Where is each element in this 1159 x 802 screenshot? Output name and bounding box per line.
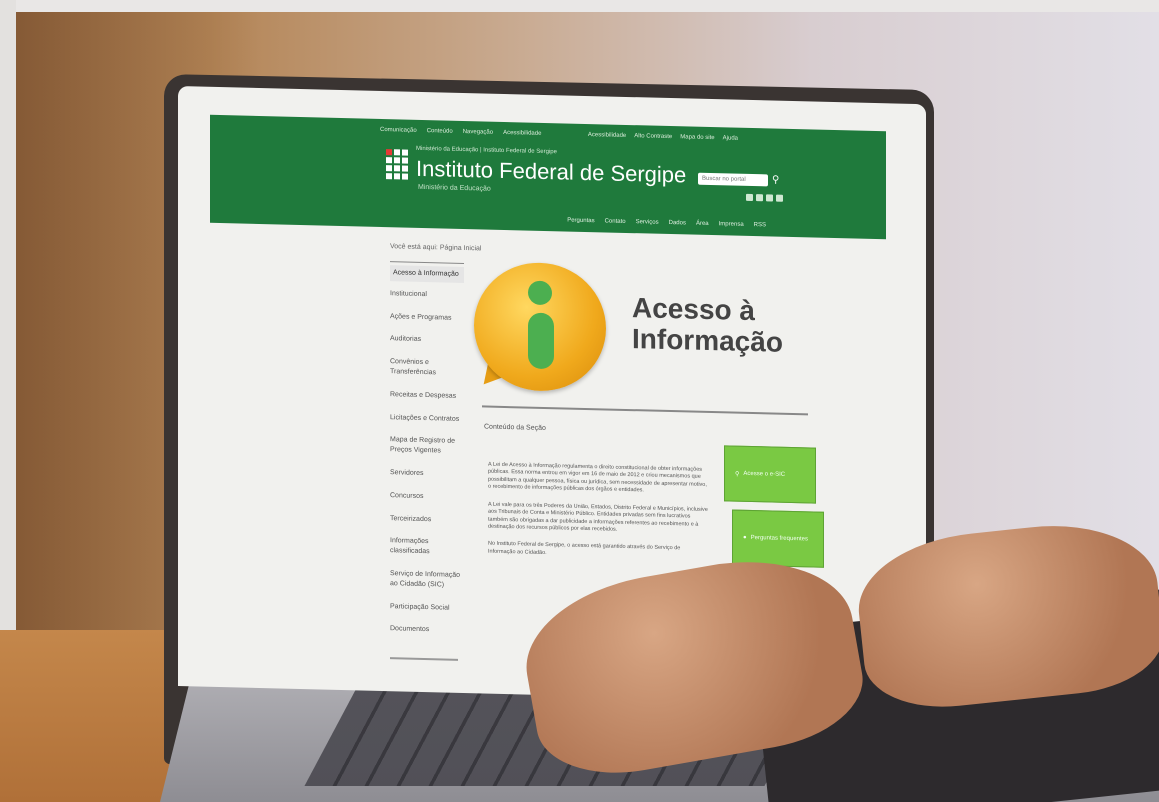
top-link[interactable]: Comunicação	[380, 127, 417, 134]
info-icon	[472, 261, 606, 394]
sidebar-item[interactable]: Participação Social	[390, 602, 464, 614]
social-icon[interactable]	[746, 193, 753, 202]
sidebar-item[interactable]: Serviço de Informação ao Cidadão (SIC)	[390, 569, 464, 590]
photo-background: Comunicação Conteúdo Navegação Acessibil…	[0, 0, 1159, 802]
top-link[interactable]: Conteúdo	[427, 128, 453, 135]
menu-item[interactable]: Serviços	[636, 219, 659, 226]
if-logo-icon[interactable]	[386, 149, 408, 194]
sidebar-item[interactable]: Convênios e Transferências	[390, 357, 464, 378]
sidebar-bottom-divider	[390, 657, 458, 661]
site-header: Comunicação Conteúdo Navegação Acessibil…	[210, 114, 886, 240]
top-link[interactable]: Acessibilidade	[503, 130, 541, 137]
sidebar-item[interactable]: Informações classificadas	[390, 537, 464, 558]
paragraph: No Instituto Federal de Sergipe, o acess…	[488, 540, 681, 556]
section-label: Conteúdo da Seção	[484, 423, 546, 432]
search-icon[interactable]: ⚲	[772, 175, 779, 186]
utility-link[interactable]: Alto Contraste	[634, 133, 672, 140]
top-accessibility-links: Comunicação Conteúdo Navegação Acessibil…	[380, 127, 541, 137]
sidebar-item[interactable]: Servidores	[390, 468, 464, 480]
sidebar-item[interactable]: Receitas e Despesas	[390, 390, 464, 402]
sidebar-item[interactable]: Documentos	[390, 625, 464, 637]
menu-item[interactable]: Imprensa	[719, 221, 744, 228]
breadcrumb[interactable]: Você está aqui: Página Inicial	[390, 243, 481, 252]
social-icon[interactable]	[776, 194, 783, 202]
faq-button[interactable]: ● Perguntas frequentes	[732, 509, 824, 568]
header-tagline: Ministério da Educação	[418, 183, 491, 193]
esic-label: Acesse o e-SIC	[743, 470, 786, 478]
sidebar-item[interactable]: Auditorias	[390, 335, 464, 347]
sidebar-item[interactable]: Institucional	[390, 289, 464, 301]
social-icon[interactable]	[756, 194, 763, 202]
sidebar-item[interactable]: Concursos	[390, 491, 464, 503]
menu-item[interactable]: Contato	[605, 218, 626, 225]
institution-title[interactable]: Instituto Federal de Sergipe	[416, 156, 686, 189]
sidebar: Acesso à Informação Institucional Ações …	[390, 265, 464, 649]
utility-link[interactable]: Acessibilidade	[588, 132, 626, 139]
faq-label: Perguntas frequentes	[750, 534, 808, 543]
search-icon: ⚲	[735, 471, 740, 478]
social-icons	[746, 193, 783, 202]
search-input[interactable]: Buscar no portal	[698, 172, 768, 187]
top-link[interactable]: Navegação	[463, 129, 493, 136]
menu-item[interactable]: Dados	[669, 220, 686, 226]
esic-button[interactable]: ⚲ Acesse o e-SIC	[724, 445, 816, 504]
menu-item[interactable]: Área	[696, 221, 709, 227]
dot-icon: ●	[743, 534, 747, 541]
paragraph: A Lei de Acesso à Informação regulamenta…	[488, 461, 707, 494]
paragraph: A Lei vale para os três Poderes da União…	[488, 501, 708, 533]
sidebar-item[interactable]: Ações e Programas	[390, 312, 464, 324]
sidebar-divider	[390, 261, 464, 264]
sidebar-item-active[interactable]: Acesso à Informação	[390, 265, 464, 283]
photo-border-top	[0, 0, 1159, 12]
sidebar-item[interactable]: Licitações e Contratos	[390, 413, 464, 425]
social-icon[interactable]	[766, 194, 773, 202]
utility-link[interactable]: Mapa do site	[680, 134, 714, 141]
title-divider	[482, 405, 808, 416]
top-utility-links: Acessibilidade Alto Contraste Mapa do si…	[588, 132, 738, 142]
menu-item[interactable]: Perguntas	[567, 218, 594, 225]
header-subtitle: Ministério da Educação | Instituto Feder…	[416, 145, 557, 156]
body-text: A Lei de Acesso à Informação regulamenta…	[488, 462, 708, 572]
utility-link[interactable]: Ajuda	[723, 135, 738, 141]
header-menu: Perguntas Contato Serviços Dados Área Im…	[567, 218, 766, 229]
page-title: Acesso à Informação	[632, 292, 783, 358]
sidebar-item[interactable]: Terceirizados	[390, 514, 464, 526]
menu-item[interactable]: RSS	[754, 222, 766, 228]
sidebar-item[interactable]: Mapa de Registro de Preços Vigentes	[390, 436, 464, 457]
